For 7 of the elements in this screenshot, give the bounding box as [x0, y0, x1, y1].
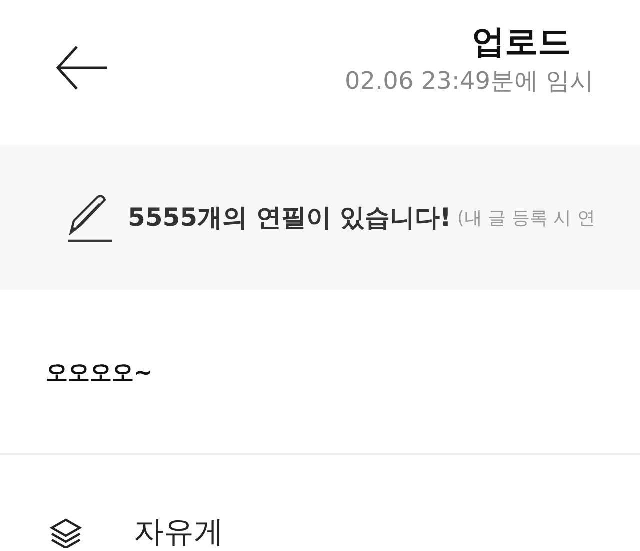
back-arrow-icon: [55, 44, 109, 92]
category-selector[interactable]: 자유게: [46, 517, 224, 549]
pencil-note-text: (내 글 등록 시 연: [457, 206, 596, 230]
pencil-count-text: 5555개의 연필이 있습니다!: [128, 202, 452, 234]
post-text: 오오오오~: [46, 361, 152, 386]
page-title: 업로드: [472, 22, 572, 62]
save-time-text: 02.06 23:49분에 임시: [345, 66, 594, 96]
